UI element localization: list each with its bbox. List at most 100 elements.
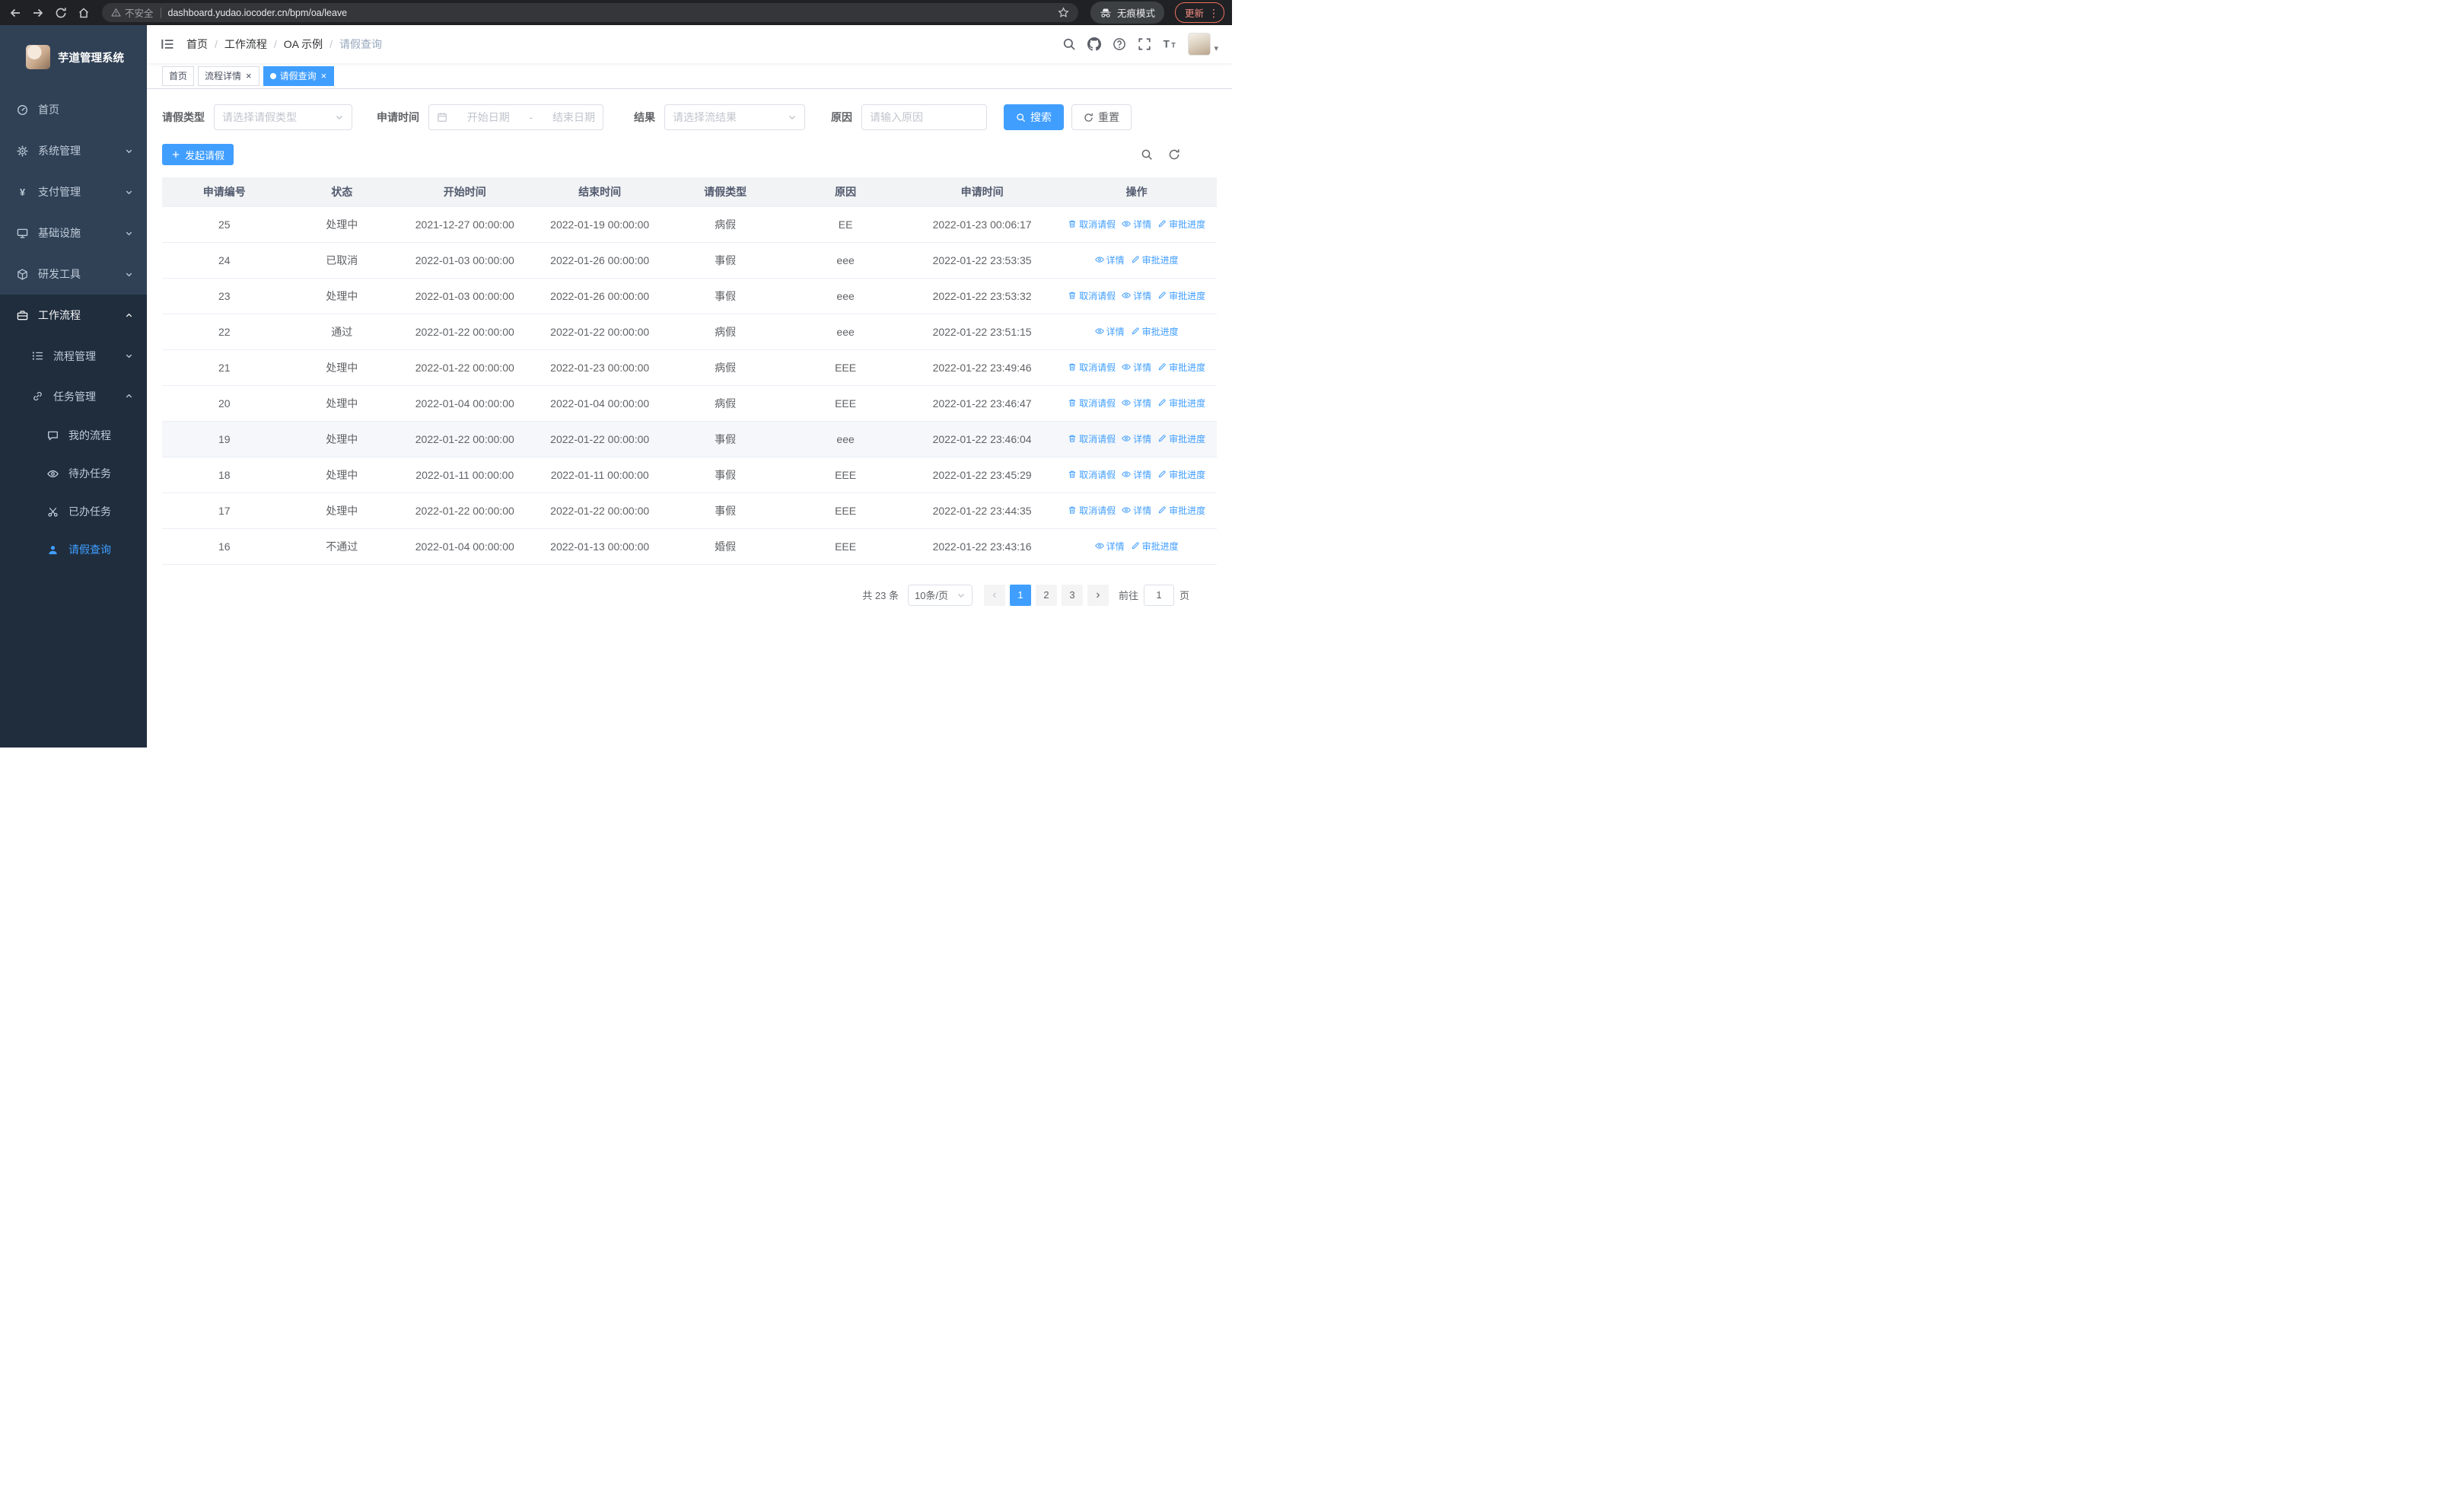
approval-progress-link[interactable]: 审批进度 — [1131, 325, 1179, 338]
result-select[interactable]: 请选择流结果 — [664, 104, 805, 130]
cancel-leave-link[interactable]: 取消请假 — [1068, 218, 1116, 231]
prev-page-button[interactable]: ‹ — [983, 584, 1005, 606]
page-button-2[interactable]: 2 — [1035, 584, 1057, 606]
toggle-search-icon[interactable] — [1141, 148, 1153, 161]
detail-link[interactable]: 详情 — [1122, 432, 1151, 445]
sidebar-item-todo-tasks[interactable]: 待办任务 — [0, 454, 147, 492]
sidebar-item-task-management[interactable]: 任务管理 — [0, 376, 147, 416]
delete-icon — [1068, 434, 1077, 443]
cancel-leave-link[interactable]: 取消请假 — [1068, 289, 1116, 302]
breadcrumb: 首页 / 工作流程 / OA 示例 / 请假查询 — [186, 37, 382, 52]
sidebar-item-leave-query[interactable]: 请假查询 — [0, 531, 147, 569]
approval-progress-link[interactable]: 审批进度 — [1157, 468, 1205, 481]
app-logo[interactable]: 芋道管理系统 — [0, 25, 147, 89]
tab-首页[interactable]: 首页 — [162, 65, 195, 86]
update-button[interactable]: 更新 ⋮ — [1174, 2, 1224, 23]
leave-type-select[interactable]: 请选择请假类型 — [214, 104, 352, 130]
pagination: 共 23 条 10条/页 ‹ 123 › 前往 1 页 — [162, 584, 1217, 606]
cancel-leave-link[interactable]: 取消请假 — [1068, 397, 1116, 410]
detail-link[interactable]: 详情 — [1122, 289, 1151, 302]
tab-请假查询[interactable]: 请假查询 × — [263, 65, 335, 86]
address-bar[interactable]: 不安全 dashboard.yudao.iocoder.cn/bpm/oa/le… — [102, 3, 1078, 22]
reload-icon[interactable] — [50, 2, 72, 24]
sidebar-item-label: 首页 — [38, 104, 59, 116]
back-icon[interactable] — [5, 2, 26, 24]
status-cell: 处理中 — [286, 492, 398, 529]
search-icon[interactable] — [1062, 37, 1076, 51]
create-leave-button[interactable]: 发起请假 — [162, 144, 234, 165]
sidebar-item-done-tasks[interactable]: 已办任务 — [0, 492, 147, 531]
goto-suffix: 页 — [1179, 590, 1189, 601]
column-header: 申请时间 — [907, 177, 1057, 207]
reason-input[interactable]: 请输入原因 — [861, 104, 987, 130]
op-link-label: 取消请假 — [1079, 505, 1116, 516]
page-size-select[interactable]: 10条/页 — [907, 584, 973, 606]
cancel-leave-link[interactable]: 取消请假 — [1068, 468, 1116, 481]
cancel-leave-link[interactable]: 取消请假 — [1068, 432, 1116, 445]
op-link-label: 审批进度 — [1169, 218, 1206, 230]
op-link-label: 详情 — [1133, 505, 1152, 516]
close-tab-icon[interactable]: × — [245, 71, 253, 81]
sidebar-item-dev-tools[interactable]: 研发工具 — [0, 253, 147, 295]
leave-type-cell: 事假 — [667, 242, 784, 279]
apply-time-cell: 2022-01-22 23:53:35 — [907, 242, 1057, 279]
browser-menu-icon[interactable]: ⋮ — [1208, 8, 1219, 18]
bookmark-star-icon[interactable] — [1058, 7, 1069, 18]
cancel-leave-link[interactable]: 取消请假 — [1068, 504, 1116, 517]
sidebar-item-infrastructure[interactable]: 基础设施 — [0, 212, 147, 253]
sidebar-item-workflow[interactable]: 工作流程 — [0, 295, 147, 336]
font-size-icon[interactable]: TT — [1163, 37, 1176, 51]
collapse-sidebar-icon[interactable] — [161, 37, 174, 51]
fullscreen-icon[interactable] — [1138, 37, 1151, 51]
detail-link[interactable]: 详情 — [1122, 504, 1151, 517]
detail-link[interactable]: 详情 — [1122, 397, 1151, 410]
sidebar-item-process-management[interactable]: 流程管理 — [0, 336, 147, 376]
breadcrumb-item[interactable]: OA 示例 — [284, 37, 323, 52]
cancel-leave-link[interactable]: 取消请假 — [1068, 361, 1116, 374]
detail-link[interactable]: 详情 — [1094, 325, 1125, 338]
home-icon[interactable] — [73, 2, 94, 24]
approval-progress-link[interactable]: 审批进度 — [1157, 361, 1205, 374]
breadcrumb-item[interactable]: 工作流程 — [224, 37, 267, 52]
end-time-cell: 2022-01-11 00:00:00 — [532, 457, 667, 493]
breadcrumb-item[interactable]: 首页 — [186, 37, 208, 52]
table-row: 21 处理中 2022-01-22 00:00:00 2022-01-23 00:00… — [162, 349, 1217, 386]
approval-progress-link[interactable]: 审批进度 — [1131, 540, 1179, 553]
op-link-label: 审批进度 — [1169, 505, 1206, 516]
sidebar-item-payment[interactable]: ¥ 支付管理 — [0, 171, 147, 212]
apply-time-range-picker[interactable]: 开始日期 - 结束日期 — [428, 104, 603, 130]
close-tab-icon[interactable]: × — [320, 71, 328, 81]
reset-button[interactable]: 重置 — [1071, 104, 1132, 130]
help-icon[interactable] — [1113, 37, 1126, 51]
detail-link[interactable]: 详情 — [1094, 540, 1125, 553]
detail-link[interactable]: 详情 — [1122, 361, 1151, 374]
tab-流程详情[interactable]: 流程详情 × — [198, 65, 259, 86]
sidebar-item-label: 系统管理 — [38, 145, 81, 157]
search-button[interactable]: 搜索 — [1004, 104, 1064, 130]
sidebar-item-my-process[interactable]: 我的流程 — [0, 416, 147, 454]
github-icon[interactable] — [1087, 37, 1102, 51]
op-link-label: 审批进度 — [1169, 433, 1206, 445]
approval-progress-link[interactable]: 审批进度 — [1157, 432, 1205, 445]
refresh-table-icon[interactable] — [1168, 148, 1180, 161]
goto-page-input[interactable]: 1 — [1143, 584, 1174, 606]
sidebar-item-system[interactable]: 系统管理 — [0, 130, 147, 171]
approval-progress-link[interactable]: 审批进度 — [1131, 253, 1179, 266]
approval-progress-link[interactable]: 审批进度 — [1157, 504, 1205, 517]
detail-link[interactable]: 详情 — [1122, 218, 1151, 231]
approval-progress-link[interactable]: 审批进度 — [1157, 218, 1205, 231]
page-button-1[interactable]: 1 — [1009, 584, 1031, 606]
forward-icon[interactable] — [27, 2, 49, 24]
next-page-button[interactable]: › — [1087, 584, 1109, 606]
breadcrumb-separator: / — [329, 38, 333, 50]
operations-cell: 详情 审批进度 — [1056, 314, 1217, 350]
approval-progress-link[interactable]: 审批进度 — [1157, 289, 1205, 302]
browser-window: 不安全 dashboard.yudao.iocoder.cn/bpm/oa/le… — [0, 0, 1232, 748]
detail-link[interactable]: 详情 — [1094, 253, 1125, 266]
user-avatar[interactable]: ▾ — [1188, 33, 1218, 56]
approval-progress-link[interactable]: 审批进度 — [1157, 397, 1205, 410]
page-button-3[interactable]: 3 — [1061, 584, 1083, 606]
edit-icon — [1157, 291, 1167, 300]
sidebar-item-home[interactable]: 首页 — [0, 89, 147, 130]
detail-link[interactable]: 详情 — [1122, 468, 1151, 481]
